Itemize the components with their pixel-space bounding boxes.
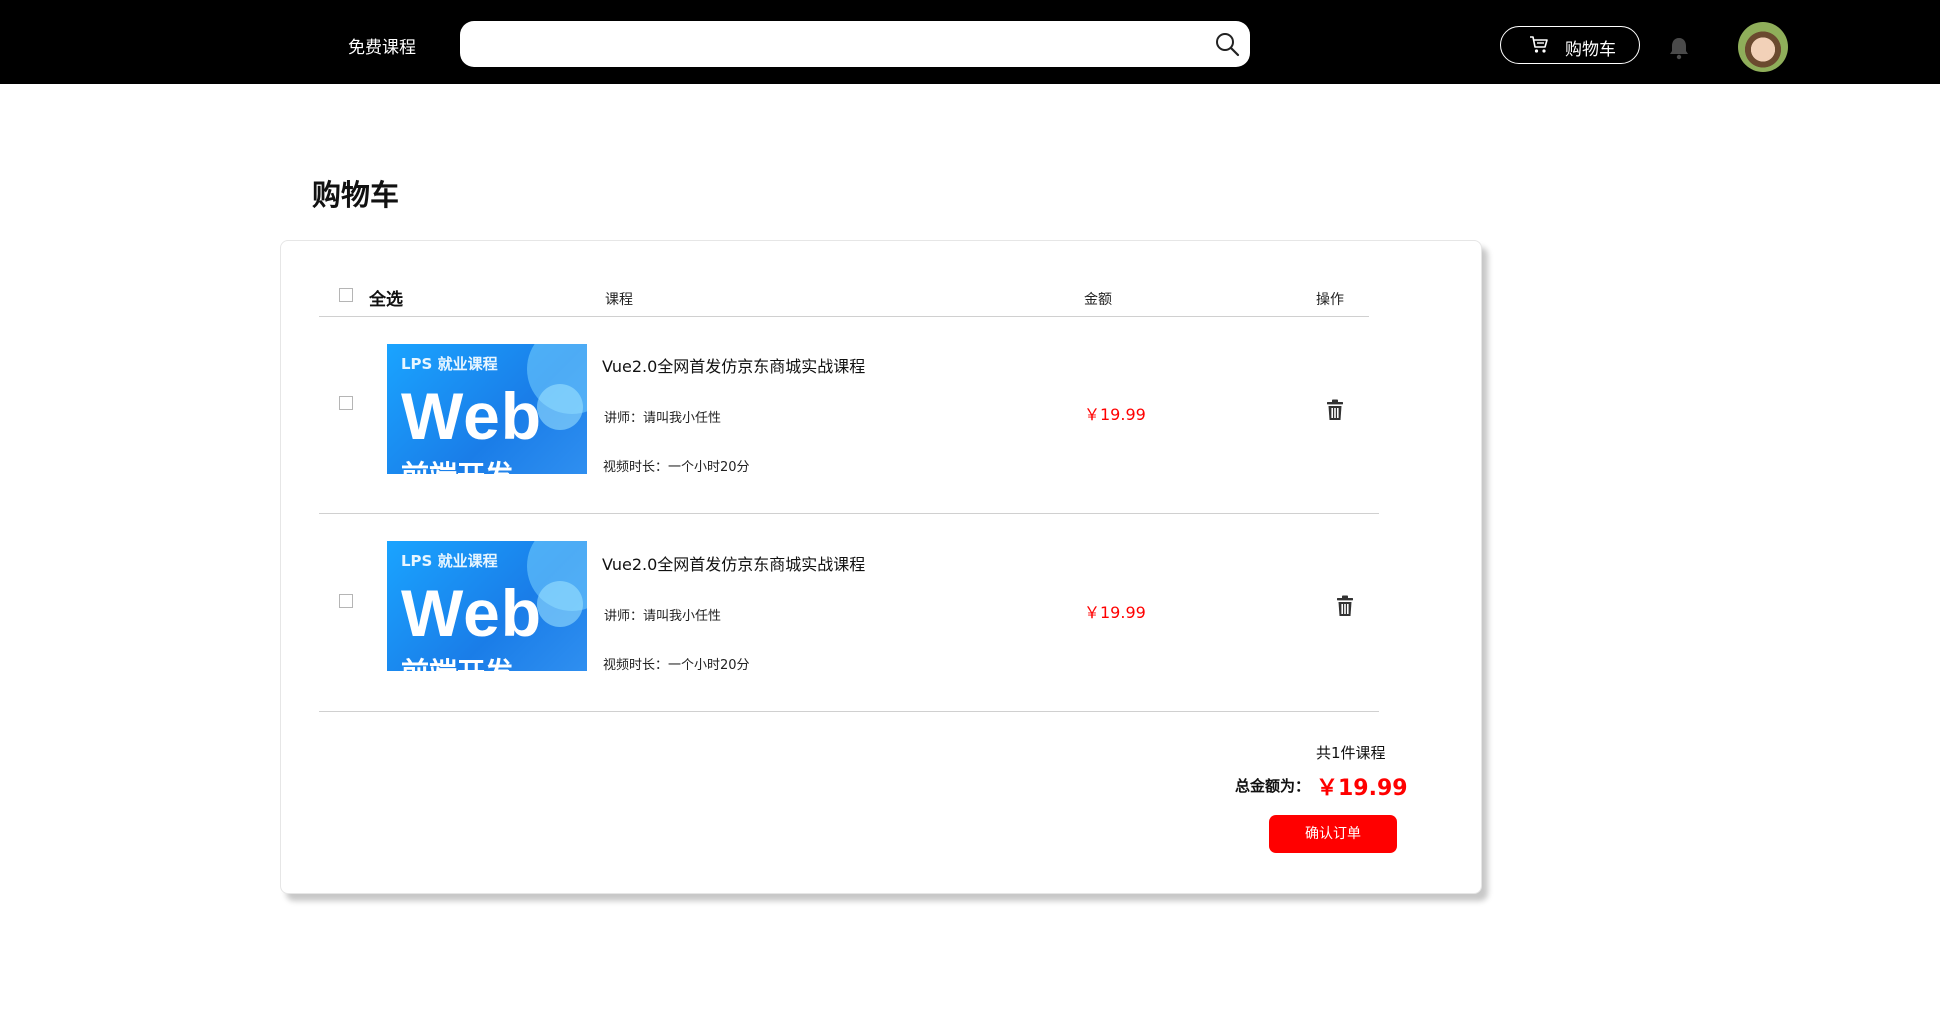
thumbnail-title: Web: [401, 379, 543, 453]
cart-button-label: 购物车: [1565, 40, 1616, 60]
cart-icon: [1530, 36, 1548, 53]
select-all-label[interactable]: 全选: [369, 285, 403, 310]
thumbnail-subtitle: 前端开发: [401, 454, 513, 474]
column-header-action: 操作: [1316, 292, 1344, 308]
course-thumbnail[interactable]: LPS 就业课程 Web 前端开发: [387, 344, 587, 474]
course-teacher: 讲师：请叫我小任性: [604, 609, 722, 624]
bell-icon[interactable]: [1668, 36, 1690, 60]
thumbnail-tag: LPS 就业课程: [401, 552, 498, 570]
thumbnail-title: Web: [401, 576, 543, 650]
item-price: ￥19.99: [1084, 603, 1146, 622]
item-checkbox[interactable]: [339, 396, 353, 410]
search-icon[interactable]: [1214, 31, 1240, 57]
row-divider: [319, 513, 1379, 514]
user-avatar[interactable]: [1738, 22, 1788, 72]
column-header-amount: 金额: [1084, 292, 1112, 308]
confirm-order-button[interactable]: 确认订单: [1269, 815, 1397, 853]
course-duration: 视频时长：一个小时20分: [603, 658, 750, 673]
search-input[interactable]: [460, 21, 1250, 67]
item-price: ￥19.99: [1084, 405, 1146, 424]
thumbnail-subtitle: 前端开发: [401, 651, 513, 671]
total-amount: ￥19.99: [1316, 776, 1408, 801]
course-title[interactable]: Vue2.0全网首发仿京东商城实战课程: [602, 551, 865, 575]
course-count: 共1件课程: [1316, 744, 1386, 762]
trash-icon[interactable]: [1335, 595, 1355, 617]
nav-free-courses-link[interactable]: 免费课程: [348, 33, 416, 58]
header-divider: [319, 316, 1369, 317]
trash-icon[interactable]: [1325, 399, 1345, 421]
thumbnail-tag: LPS 就业课程: [401, 355, 498, 373]
course-title[interactable]: Vue2.0全网首发仿京东商城实战课程: [602, 353, 865, 377]
row-divider: [319, 711, 1379, 712]
column-header-course: 课程: [605, 292, 633, 308]
course-duration: 视频时长：一个小时20分: [603, 460, 750, 475]
course-thumbnail[interactable]: LPS 就业课程 Web 前端开发: [387, 541, 587, 671]
cart-button[interactable]: 购物车: [1500, 26, 1640, 64]
page-title: 购物车: [312, 178, 400, 212]
top-navigation-bar: 免费课程 购物车: [0, 0, 1940, 84]
course-teacher: 讲师：请叫我小任性: [604, 411, 722, 426]
cart-panel: 全选 课程 金额 操作 LPS 就业课程 Web 前端开发 Vue2.0全网首发…: [280, 240, 1482, 894]
total-label: 总金额为：: [1235, 777, 1311, 795]
item-checkbox[interactable]: [339, 594, 353, 608]
select-all-checkbox[interactable]: [339, 288, 353, 302]
